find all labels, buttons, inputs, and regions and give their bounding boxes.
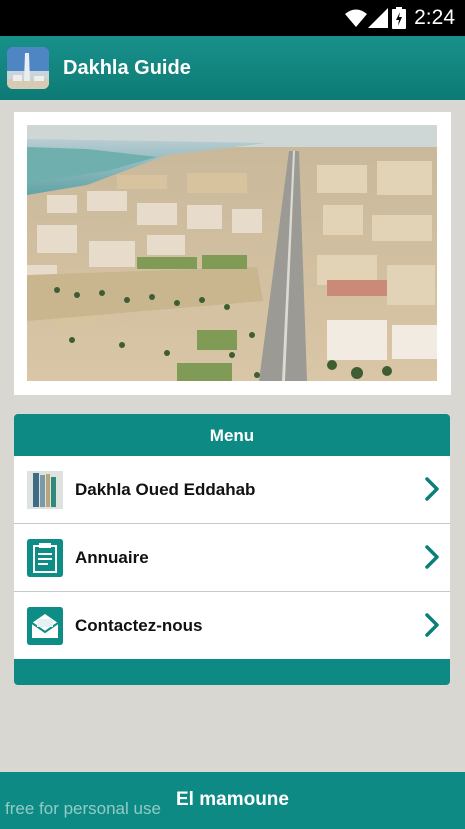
menu-item-label: Annuaire	[75, 548, 149, 567]
menu-item-contactez-nous[interactable]: Contactez-nous	[14, 592, 450, 660]
clipboard-icon	[27, 539, 63, 577]
menu-header: Menu	[14, 414, 450, 456]
battery-icon	[392, 7, 406, 29]
chevron-right-icon	[425, 613, 439, 637]
chevron-right-icon	[425, 545, 439, 569]
watermark-text: free for personal use	[5, 799, 161, 818]
clock-time: 2:24	[414, 6, 455, 29]
book-stack-icon	[27, 471, 63, 509]
aerial-city-photo	[27, 125, 437, 381]
chevron-right-icon	[425, 477, 439, 501]
app-title: Dakhla Guide	[63, 57, 191, 79]
menu-card: Menu Dakhla Oued Eddahab Annuaire Contac…	[14, 414, 450, 685]
app-bar: Dakhla Guide	[0, 36, 465, 100]
menu-footer	[14, 659, 450, 685]
menu-item-dakhla-oued-eddahab[interactable]: Dakhla Oued Eddahab	[14, 456, 450, 524]
hero-image-card	[14, 112, 451, 395]
menu-item-label: Contactez-nous	[75, 616, 203, 635]
envelope-icon	[27, 607, 63, 645]
signal-icon	[368, 8, 388, 28]
app-logo-icon[interactable]	[7, 47, 49, 89]
menu-item-label: Dakhla Oued Eddahab	[75, 480, 256, 499]
menu-item-annuaire[interactable]: Annuaire	[14, 524, 450, 592]
wifi-icon	[345, 9, 367, 27]
bottom-bar: El mamoune free for personal use	[0, 772, 465, 829]
status-bar: 2:24	[0, 0, 465, 36]
